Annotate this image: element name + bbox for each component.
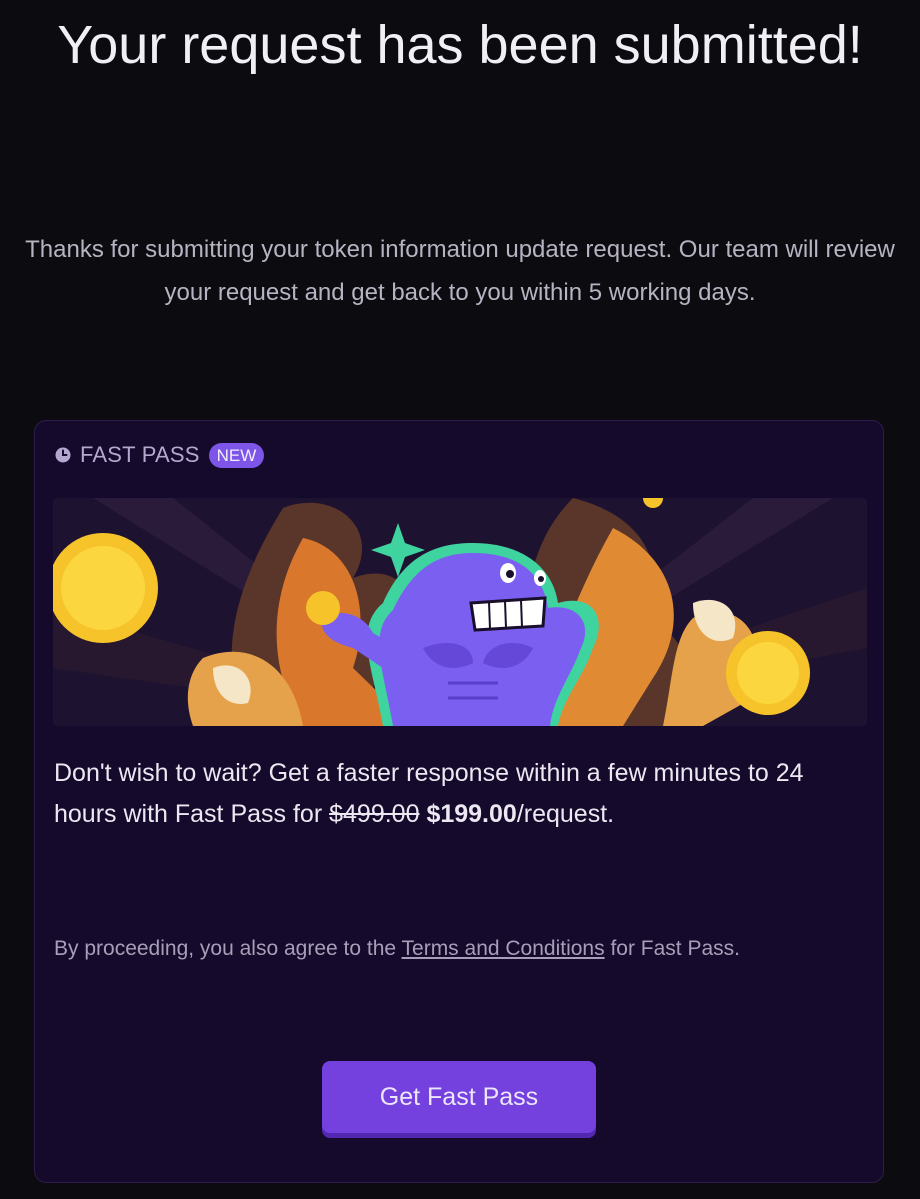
terms-notice: By proceeding, you also agree to the Ter… [54, 933, 844, 965]
mascot-banner-illustration [53, 498, 867, 726]
get-fast-pass-button[interactable]: Get Fast Pass [322, 1061, 596, 1133]
original-price: $499.00 [329, 800, 420, 828]
new-badge: NEW [208, 442, 265, 468]
clock-icon [55, 447, 71, 463]
fast-pass-offer: Don't wish to wait? Get a faster respons… [54, 753, 854, 835]
terms-and-conditions-link[interactable]: Terms and Conditions [402, 937, 605, 960]
fast-pass-card: FAST PASS NEW Don't wish to wait? Get a … [34, 420, 884, 1183]
discounted-price: $199.00 [426, 800, 517, 828]
confirmation-message: Thanks for submitting your token informa… [25, 236, 895, 306]
page-title: Your request has been submitted! [57, 15, 863, 75]
terms-suffix: for Fast Pass. [604, 937, 740, 960]
terms-prefix: By proceeding, you also agree to the [54, 937, 402, 960]
price-unit: /request. [516, 800, 615, 828]
fast-pass-label: FAST PASS [80, 442, 200, 467]
submission-confirmation-page: Your request has been submitted! Thanks … [0, 0, 920, 1199]
fast-pass-header: FAST PASS NEW [55, 442, 265, 468]
